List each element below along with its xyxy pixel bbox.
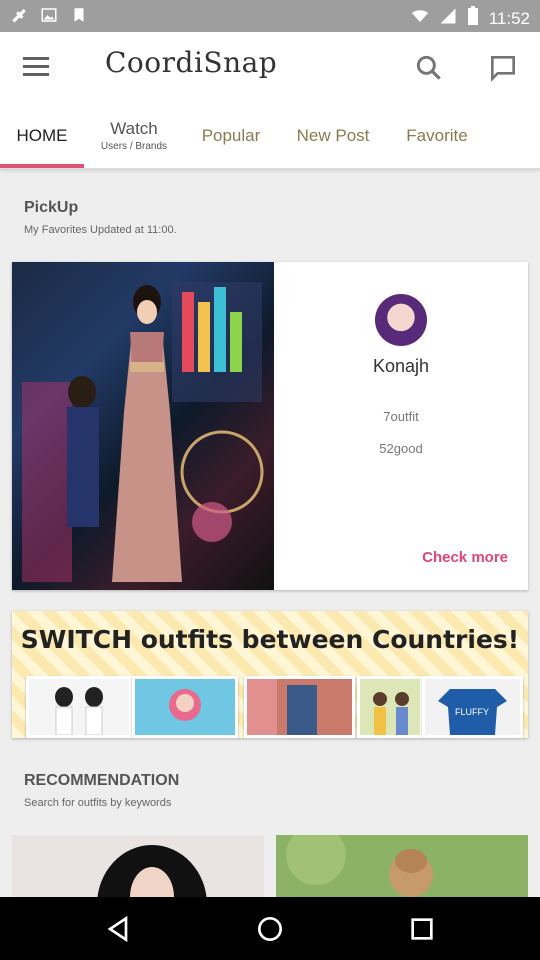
bookmark-icon bbox=[70, 6, 88, 24]
good-count: 52good bbox=[379, 441, 423, 456]
pickup-subtitle: My Favorites Updated at 11:00. bbox=[24, 224, 177, 236]
pickup-title: PickUp bbox=[24, 199, 79, 216]
status-bar: 11:52 bbox=[0, 0, 540, 32]
tab-favorite-label: Favorite bbox=[406, 126, 468, 145]
battery-icon bbox=[467, 6, 479, 31]
banner-thumb-2 bbox=[132, 676, 238, 738]
menu-icon[interactable] bbox=[20, 52, 52, 84]
recommendation-image-2[interactable] bbox=[276, 835, 528, 897]
tab-watch-sublabel: Users / Brands bbox=[100, 141, 168, 152]
tab-indicator bbox=[0, 164, 84, 168]
tab-home[interactable]: HOME bbox=[0, 104, 84, 168]
pickup-username[interactable]: Konajh bbox=[274, 356, 528, 377]
tab-popular-label: Popular bbox=[201, 126, 261, 145]
check-more-button[interactable]: Check more bbox=[422, 549, 508, 566]
tab-home-label: HOME bbox=[16, 126, 68, 145]
message-icon[interactable] bbox=[487, 52, 519, 84]
fluffy-print: FLUFFY bbox=[455, 707, 489, 717]
tab-bar: HOME Watch Users / Brands Popular New Po… bbox=[0, 104, 540, 169]
recommendation-title: RECOMMENDATION bbox=[24, 772, 180, 789]
image-icon bbox=[40, 6, 58, 24]
recents-icon[interactable] bbox=[406, 913, 438, 945]
pickup-photo[interactable] bbox=[12, 262, 274, 590]
app-bar: CoordiSnap bbox=[0, 32, 540, 104]
switch-outfits-banner[interactable]: SWITCH outfits between Countries! FLUFFY bbox=[12, 611, 528, 738]
tab-popular[interactable]: Popular bbox=[190, 104, 272, 168]
recommendation-image-1[interactable] bbox=[12, 835, 264, 897]
system-nav-bar bbox=[0, 897, 540, 960]
status-time: 11:52 bbox=[488, 8, 530, 28]
banner-thumb-5: FLUFFY bbox=[422, 676, 523, 738]
pickup-card[interactable]: Konajh 7outfit 52good Check more bbox=[12, 262, 528, 590]
banner-thumb-1 bbox=[26, 676, 132, 738]
banner-thumb-3 bbox=[244, 676, 355, 738]
search-icon[interactable] bbox=[413, 52, 445, 84]
wifi-icon bbox=[411, 7, 429, 30]
recommendation-subtitle: Search for outfits by keywords bbox=[24, 797, 172, 809]
back-icon[interactable] bbox=[102, 913, 134, 945]
tab-watch-label: Watch bbox=[110, 119, 158, 138]
tab-new-post-label: New Post bbox=[296, 126, 370, 145]
tools-icon bbox=[10, 6, 28, 24]
banner-thumb-4 bbox=[357, 676, 423, 738]
user-avatar[interactable] bbox=[375, 294, 427, 346]
app-title: CoordiSnap bbox=[105, 46, 278, 79]
tab-favorite[interactable]: Favorite bbox=[397, 104, 477, 168]
banner-text: SWITCH outfits between Countries! bbox=[20, 625, 520, 654]
outfit-count: 7outfit bbox=[383, 409, 419, 424]
signal-icon bbox=[439, 7, 457, 30]
tab-new-post[interactable]: New Post bbox=[287, 104, 379, 168]
tab-watch[interactable]: Watch Users / Brands bbox=[94, 104, 174, 168]
home-icon[interactable] bbox=[254, 913, 286, 945]
